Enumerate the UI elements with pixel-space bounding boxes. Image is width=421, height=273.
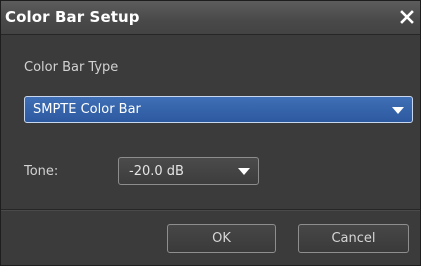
color-bar-type-value: SMPTE Color Bar: [33, 102, 141, 117]
color-bar-type-dropdown[interactable]: SMPTE Color Bar: [24, 96, 413, 123]
tone-dropdown[interactable]: -20.0 dB: [118, 157, 259, 185]
window-title: Color Bar Setup: [5, 8, 140, 26]
close-button[interactable]: [397, 7, 417, 27]
tone-label: Tone:: [24, 164, 59, 179]
divider: [1, 209, 420, 211]
chevron-down-icon: [238, 158, 252, 184]
chevron-down-icon: [392, 97, 406, 122]
color-bar-setup-dialog: Color Bar Setup Color Bar Type SMPTE Col…: [0, 0, 421, 266]
cancel-button[interactable]: Cancel: [298, 224, 409, 253]
close-icon: [397, 7, 417, 27]
title-bar[interactable]: Color Bar Setup: [1, 1, 420, 35]
ok-button[interactable]: OK: [167, 224, 276, 253]
color-bar-type-label: Color Bar Type: [24, 60, 119, 75]
tone-value: -20.0 dB: [129, 164, 184, 179]
